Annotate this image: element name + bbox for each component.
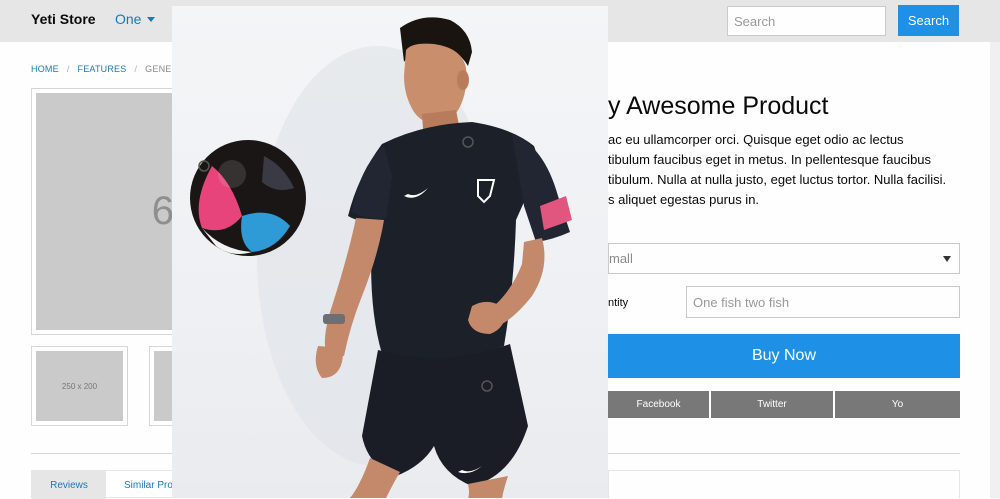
size-select-value: mall	[609, 251, 633, 266]
breadcrumb-home[interactable]: HOME	[31, 64, 59, 74]
share-yo-button[interactable]: Yo	[835, 391, 960, 418]
image-lightbox-overlay[interactable]	[172, 6, 608, 498]
search-button[interactable]: Search	[898, 5, 959, 36]
tab-content-panel	[608, 470, 960, 498]
tab-similar-products[interactable]: Similar Pro	[106, 471, 180, 499]
description-line: tibulum faucibus eget in metus. In pelle…	[608, 152, 932, 167]
tabs: Reviews Similar Pro	[31, 470, 180, 499]
image-placeholder: 6	[36, 93, 174, 330]
tab-reviews[interactable]: Reviews	[32, 471, 106, 499]
product-description: ac eu ullamcorper orci. Quisque eget odi…	[608, 130, 968, 210]
quantity-label: ntity	[608, 297, 629, 309]
scrollbar[interactable]	[990, 42, 1000, 498]
divider	[608, 453, 960, 454]
size-select[interactable]: mall	[608, 243, 960, 274]
main-product-image[interactable]: 6	[31, 88, 179, 335]
chevron-down-icon	[147, 16, 156, 22]
share-twitter-button[interactable]: Twitter	[711, 391, 833, 418]
dropdown-arrow-icon	[943, 256, 951, 262]
breadcrumb: HOME / FEATURES / GENE	[31, 64, 171, 74]
divider	[31, 453, 181, 454]
thumbnail-image[interactable]: 250 x 200	[31, 346, 128, 426]
image-placeholder-label: 6	[151, 189, 174, 233]
thumbnail-placeholder: 250 x 200	[36, 351, 123, 421]
breadcrumb-separator: /	[66, 64, 70, 74]
menu-one-label: One	[115, 11, 142, 27]
product-title: y Awesome Product	[608, 92, 829, 120]
buy-now-button[interactable]: Buy Now	[608, 334, 960, 378]
description-line: tibulum. Nulla at nulla justo, eget luct…	[608, 172, 947, 187]
quantity-input[interactable]	[686, 286, 960, 318]
menu-one-dropdown[interactable]: One	[115, 11, 156, 27]
breadcrumb-separator: /	[134, 64, 138, 74]
description-line: s aliquet egestas purus in.	[608, 192, 760, 207]
player-photo	[190, 17, 572, 498]
search-input[interactable]	[727, 6, 886, 36]
breadcrumb-features[interactable]: FEATURES	[78, 64, 127, 74]
brand-title[interactable]: Yeti Store	[31, 11, 96, 27]
breadcrumb-current: GENE	[145, 64, 172, 74]
description-line: ac eu ullamcorper orci. Quisque eget odi…	[608, 132, 904, 147]
share-facebook-button[interactable]: Facebook	[608, 391, 709, 418]
